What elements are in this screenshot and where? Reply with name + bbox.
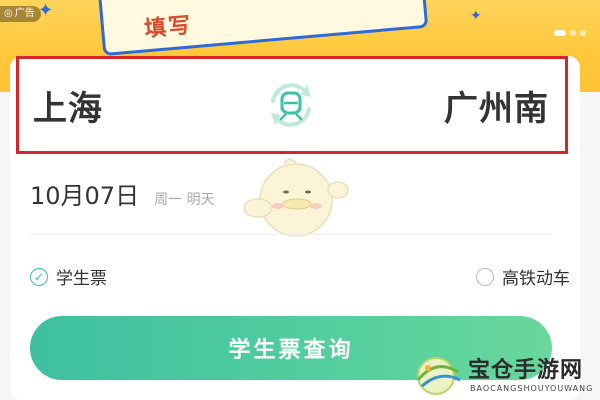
high-speed-option[interactable]: 高铁动车 bbox=[476, 264, 570, 289]
high-speed-label: 高铁动车 bbox=[502, 269, 570, 289]
carousel-dots[interactable] bbox=[554, 30, 586, 36]
sparkle-icon: ✦ bbox=[38, 0, 54, 21]
date-weekday: 周一 明天 bbox=[154, 192, 215, 208]
watermark-title: 宝仓手游网 bbox=[468, 357, 584, 383]
checkmark-icon[interactable]: ✓ bbox=[30, 267, 48, 286]
banner-card: 填写 bbox=[97, 0, 429, 57]
date-selector[interactable]: 10月07日 周一 明天 bbox=[30, 176, 215, 211]
arrival-city[interactable]: 广州南 bbox=[444, 81, 549, 130]
divider bbox=[30, 234, 550, 235]
ad-tag: ◎ 广告 bbox=[0, 6, 41, 22]
carousel-dot[interactable] bbox=[580, 30, 586, 36]
mascot-illustration bbox=[244, 158, 349, 237]
ad-label: 广告 bbox=[14, 8, 35, 19]
radio-icon[interactable] bbox=[476, 267, 494, 286]
departure-city[interactable]: 上海 bbox=[33, 81, 103, 130]
sparkle-icon: ✦ bbox=[470, 8, 482, 24]
route-selector: 上海 广州南 bbox=[16, 56, 568, 154]
departure-date[interactable]: 10月07日 bbox=[30, 182, 139, 210]
train-swap-icon[interactable] bbox=[263, 77, 319, 133]
ad-icon: ◎ bbox=[4, 8, 13, 19]
student-ticket-label: 学生票 bbox=[56, 269, 107, 289]
watermark-subtitle: BAOCANGSHOUYOUWANG bbox=[470, 384, 594, 393]
site-watermark: 宝仓手游网 BAOCANGSHOUYOUWANG bbox=[410, 348, 600, 400]
watermark-logo bbox=[416, 357, 461, 395]
student-ticket-option[interactable]: ✓ 学生票 bbox=[30, 264, 107, 289]
banner-headline: 填写 bbox=[143, 13, 194, 43]
carousel-dot[interactable] bbox=[554, 30, 566, 36]
carousel-dot[interactable] bbox=[570, 30, 576, 36]
